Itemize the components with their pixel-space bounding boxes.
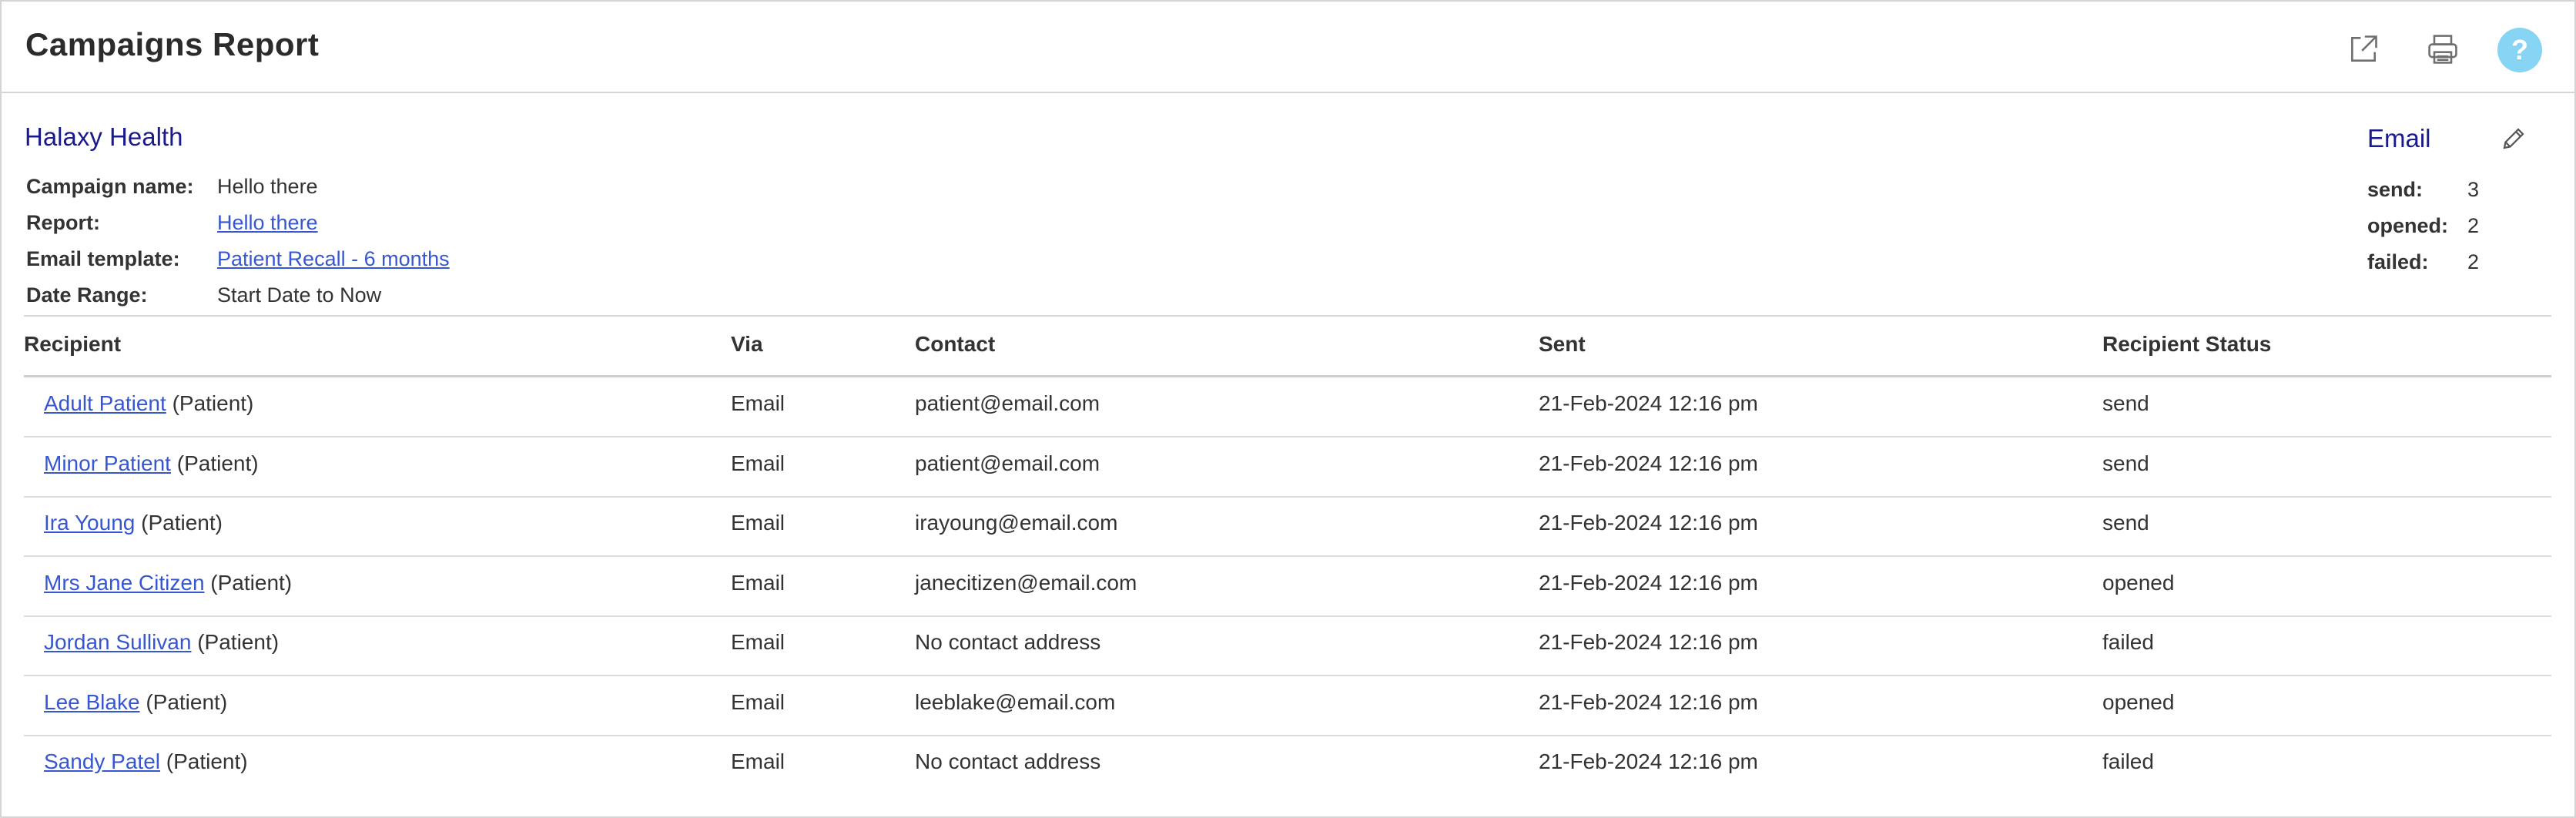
sent-cell: 21-Feb-2024 12:16 pm [1539,571,1758,595]
row-divider [24,675,2551,676]
organization-name: Halaxy Health [25,122,183,151]
recipient-cell: Minor Patient (Patient) [44,451,259,476]
recipient-type: (Patient) [210,571,293,595]
report-label: Report: [26,211,100,234]
help-button[interactable]: ? [2497,28,2542,72]
channel-title: Email [2367,124,2431,153]
row-divider [24,496,2551,498]
recipient-link[interactable]: Jordan Sullivan [44,630,191,654]
campaign-name-value: Hello there [217,175,318,198]
status-cell: failed [2102,630,2154,654]
contact-cell: irayoung@email.com [915,511,1118,535]
recipient-cell: Ira Young (Patient) [44,511,223,535]
status-cell: send [2102,391,2149,415]
recipient-cell: Mrs Jane Citizen (Patient) [44,571,292,595]
column-header-recipient[interactable]: Recipient [24,332,121,357]
stat-send-label: send: [2367,178,2424,201]
page-title: Campaigns Report [25,26,320,62]
via-cell: Email [731,511,786,535]
row-divider [24,735,2551,736]
help-icon: ? [2511,34,2528,65]
column-header-contact[interactable]: Contact [915,332,995,357]
sent-cell: 21-Feb-2024 12:16 pm [1539,511,1758,535]
recipient-link[interactable]: Minor Patient [44,451,171,475]
contact-cell: leeblake@email.com [915,690,1116,714]
recipient-type: (Patient) [197,630,280,654]
via-cell: Email [731,391,786,415]
date-range-value: Start Date to Now [217,283,382,307]
pencil-icon [2503,128,2524,149]
printer-icon [2428,35,2457,64]
recipient-cell: Sandy Patel (Patient) [44,749,248,774]
contact-cell: No contact address [915,630,1101,654]
sent-cell: 21-Feb-2024 12:16 pm [1539,749,1758,773]
status-cell: opened [2102,571,2175,595]
row-divider [24,615,2551,617]
title-bar: Campaigns Report ? [2,2,2574,93]
contact-cell: patient@email.com [915,451,1100,475]
stat-opened-label: opened: [2367,214,2448,237]
info-divider [24,315,2551,317]
recipient-link[interactable]: Mrs Jane Citizen [44,571,205,595]
recipient-type: (Patient) [141,511,223,535]
recipient-type: (Patient) [166,749,248,773]
stat-failed-value: 2 [2467,250,2480,273]
via-cell: Email [731,630,786,654]
external-link-icon [2351,35,2377,62]
open-external-button[interactable] [2342,28,2385,71]
campaign-name-label: Campaign name: [26,175,194,198]
sent-cell: 21-Feb-2024 12:16 pm [1539,391,1758,415]
report-link[interactable]: Hello there [217,211,318,235]
stat-send-value: 3 [2467,178,2480,201]
edit-button[interactable] [2500,125,2531,156]
sent-cell: 21-Feb-2024 12:16 pm [1539,630,1758,654]
recipient-cell: Adult Patient (Patient) [44,391,253,416]
status-cell: send [2102,511,2149,535]
contact-cell: patient@email.com [915,391,1100,415]
contact-cell: No contact address [915,749,1101,773]
row-divider [24,555,2551,557]
recipient-type: (Patient) [176,451,259,475]
report-window: Campaigns Report ? Halaxy Health Campaig… [0,0,2576,818]
sent-cell: 21-Feb-2024 12:16 pm [1539,690,1758,714]
status-cell: opened [2102,690,2175,714]
stat-opened-value: 2 [2467,214,2480,237]
print-button[interactable] [2421,28,2464,71]
status-cell: send [2102,451,2149,475]
column-header-status[interactable]: Recipient Status [2102,332,2271,357]
via-cell: Email [731,571,786,595]
email-template-label: Email template: [26,247,180,270]
column-header-via[interactable]: Via [731,332,763,357]
recipient-cell: Lee Blake (Patient) [44,690,227,715]
sent-cell: 21-Feb-2024 12:16 pm [1539,451,1758,475]
recipient-link[interactable]: Sandy Patel [44,749,160,773]
status-cell: failed [2102,749,2154,773]
via-cell: Email [731,749,786,773]
recipient-cell: Jordan Sullivan (Patient) [44,630,279,655]
recipient-link[interactable]: Adult Patient [44,391,166,415]
recipient-type: (Patient) [146,690,228,714]
contact-cell: janecitizen@email.com [915,571,1137,595]
column-header-sent[interactable]: Sent [1539,332,1586,357]
recipient-link[interactable]: Lee Blake [44,690,140,714]
via-cell: Email [731,690,786,714]
stat-failed-label: failed: [2367,250,2429,273]
date-range-label: Date Range: [26,283,148,307]
email-template-link[interactable]: Patient Recall - 6 months [217,247,450,271]
table-header-divider [24,375,2551,377]
row-divider [24,436,2551,437]
via-cell: Email [731,451,786,475]
recipient-type: (Patient) [172,391,254,415]
recipient-link[interactable]: Ira Young [44,511,135,535]
